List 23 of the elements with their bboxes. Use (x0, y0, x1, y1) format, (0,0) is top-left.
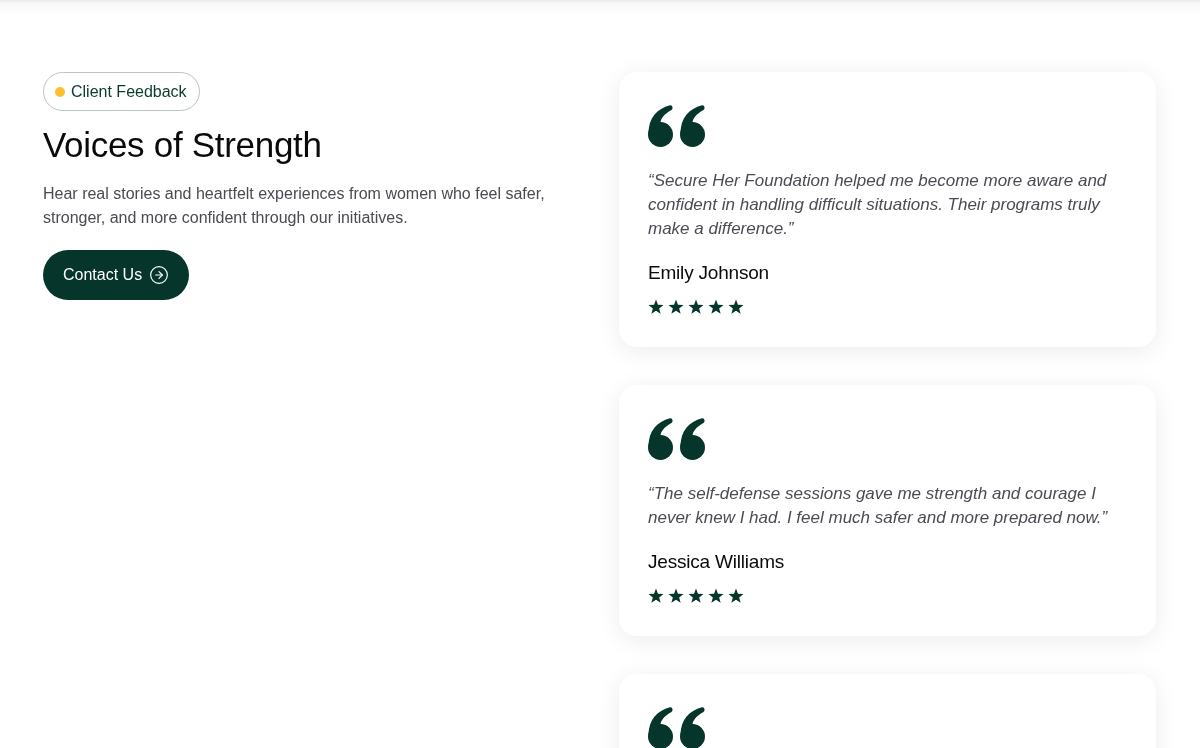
star-icon (648, 588, 664, 604)
star-icon (668, 299, 684, 315)
star-icon (668, 588, 684, 604)
star-icon (648, 299, 664, 315)
star-icon (728, 588, 744, 604)
section-description: Hear real stories and heartfelt experiences from women who feel safer, stronger, and more confident through our initiatives. (43, 184, 546, 228)
star-icon (688, 299, 704, 315)
testimonial-quote: “Secure Her Foundation helped me become more aware and confident in handling difficult situations. Their programs truly make a difference.” (648, 170, 1108, 240)
reviewer-name: Jessica Williams (648, 550, 785, 574)
section-title: Voices of Strength (43, 124, 322, 166)
star-icon (708, 588, 724, 604)
testimonial-quote: “The self-defense sessions gave me strength and courage I never knew I had. I feel much safer and more prepared now.” (648, 483, 1109, 529)
reviewer-name: Emily Johnson (648, 261, 769, 285)
quote-mark-icon (648, 105, 705, 147)
status-dot-icon (55, 86, 65, 97)
star-icon (728, 299, 744, 315)
quote-mark-icon (648, 707, 705, 748)
arrow-circle-icon (149, 265, 170, 285)
badge-label: Client Feedback (71, 82, 187, 101)
quote-mark-icon (648, 418, 705, 460)
contact-button[interactable]: Contact Us (43, 250, 190, 300)
star-icon (708, 299, 724, 315)
star-icon (688, 588, 704, 604)
